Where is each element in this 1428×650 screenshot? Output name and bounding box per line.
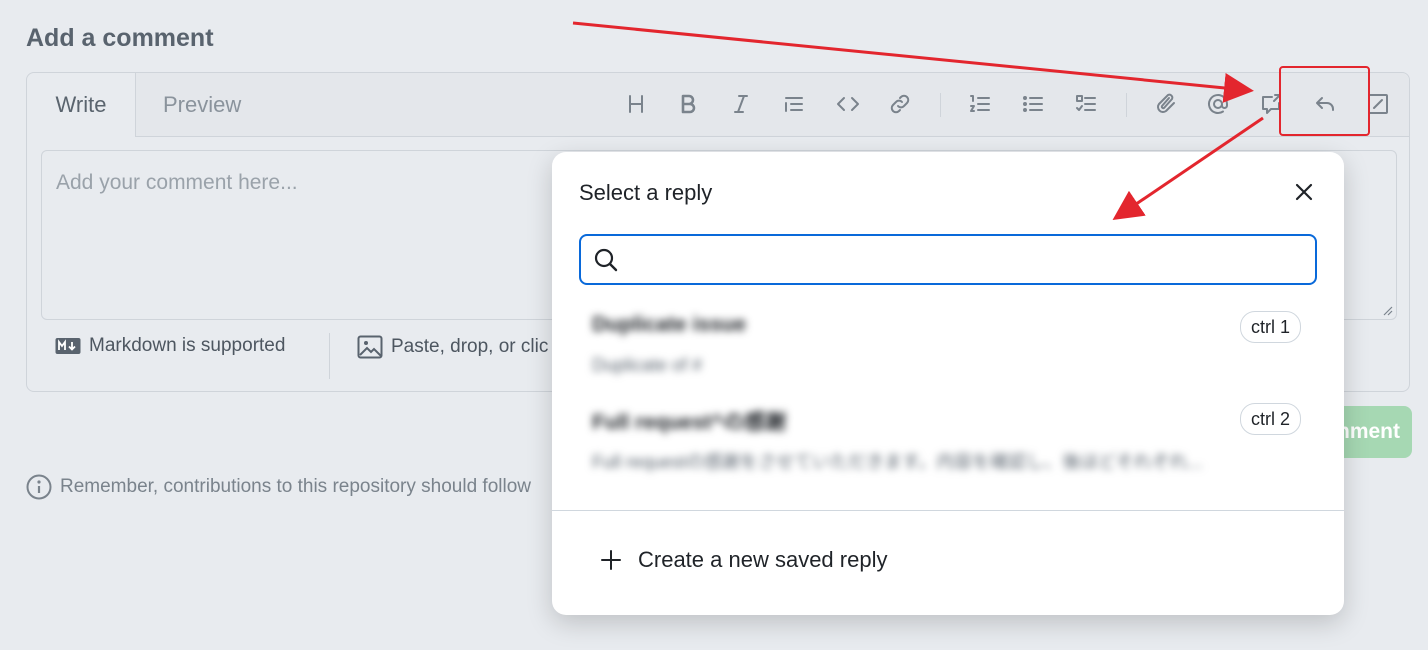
unordered-list-icon[interactable] [1018, 89, 1048, 119]
mention-icon[interactable] [1203, 89, 1233, 119]
popup-divider [552, 510, 1344, 511]
list-item[interactable]: Full request^の感謝 ctrl 2 Full requestの感謝を… [552, 400, 1344, 486]
contribution-notice: Remember, contributions to this reposito… [26, 474, 531, 500]
reply-description: Duplicate of # [592, 355, 703, 375]
contribution-notice-text: Remember, contributions to this reposito… [60, 476, 532, 497]
shortcut-badge: ctrl 1 [1240, 311, 1302, 343]
reply-title: Duplicate issue [592, 313, 747, 336]
saved-replies-popup: Select a reply Duplicate issue ctrl 1 Du… [552, 152, 1344, 615]
reply-description: Full requestの感謝をさせていただきます。内容を確認し、後ほどそれぞれ… [592, 452, 1203, 472]
shortcut-badge: ctrl 2 [1240, 403, 1302, 435]
bold-icon[interactable] [673, 89, 703, 119]
markdown-hint[interactable]: Markdown is supported [55, 335, 285, 357]
create-saved-reply-label: Create a new saved reply [638, 547, 888, 572]
task-list-icon[interactable] [1071, 89, 1101, 119]
search-icon [594, 248, 618, 272]
page-title: Add a comment [26, 24, 214, 52]
close-icon [1295, 183, 1313, 201]
annotation-highlight-box [1279, 66, 1370, 136]
info-icon [26, 474, 52, 500]
paste-hint[interactable]: Paste, drop, or clic [357, 335, 548, 359]
create-saved-reply-button[interactable]: Create a new saved reply [600, 547, 887, 573]
resize-handle-icon[interactable] [1381, 304, 1393, 316]
quote-icon[interactable] [779, 89, 809, 119]
heading-icon[interactable] [621, 89, 651, 119]
numbered-list-icon[interactable] [965, 89, 995, 119]
plus-icon [601, 550, 621, 570]
popup-title: Select a reply [579, 180, 713, 205]
italic-icon[interactable] [726, 89, 756, 119]
footer-divider [329, 333, 330, 379]
tab-preview[interactable]: Preview [163, 73, 241, 136]
code-icon[interactable] [833, 89, 863, 119]
reply-title: Full request^の感謝 [592, 411, 787, 434]
attach-icon[interactable] [1151, 89, 1181, 119]
editor-tabbar: Write Preview [27, 73, 1409, 137]
link-icon[interactable] [885, 89, 915, 119]
reply-search-input[interactable] [627, 236, 1311, 285]
paste-label: Paste, drop, or clic [391, 336, 549, 357]
comment-placeholder: Add your comment here... [56, 171, 298, 194]
list-item[interactable]: Duplicate issue ctrl 1 Duplicate of # [552, 307, 1344, 393]
tab-write[interactable]: Write [27, 73, 136, 137]
toolbar-divider [940, 93, 941, 117]
close-button[interactable] [1290, 178, 1318, 206]
markdown-label: Markdown is supported [89, 335, 286, 356]
reply-search-box [579, 234, 1317, 285]
image-icon [357, 335, 383, 359]
toolbar-divider [1126, 93, 1127, 117]
markdown-icon [55, 338, 81, 354]
